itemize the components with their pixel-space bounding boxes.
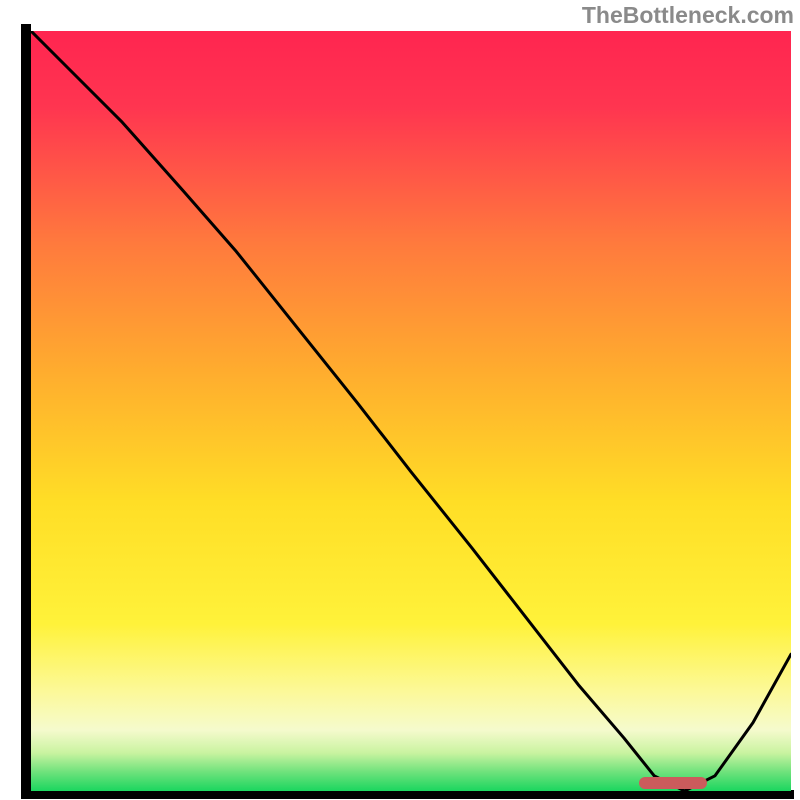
plot-svg [31, 31, 791, 791]
chart-frame: TheBottleneck.com [0, 0, 800, 800]
gradient-bg [31, 31, 791, 791]
y-axis [21, 24, 31, 794]
x-axis [21, 790, 794, 799]
watermark-text: TheBottleneck.com [582, 2, 794, 29]
plot-area [31, 31, 791, 791]
optimal-range-marker [639, 777, 707, 789]
